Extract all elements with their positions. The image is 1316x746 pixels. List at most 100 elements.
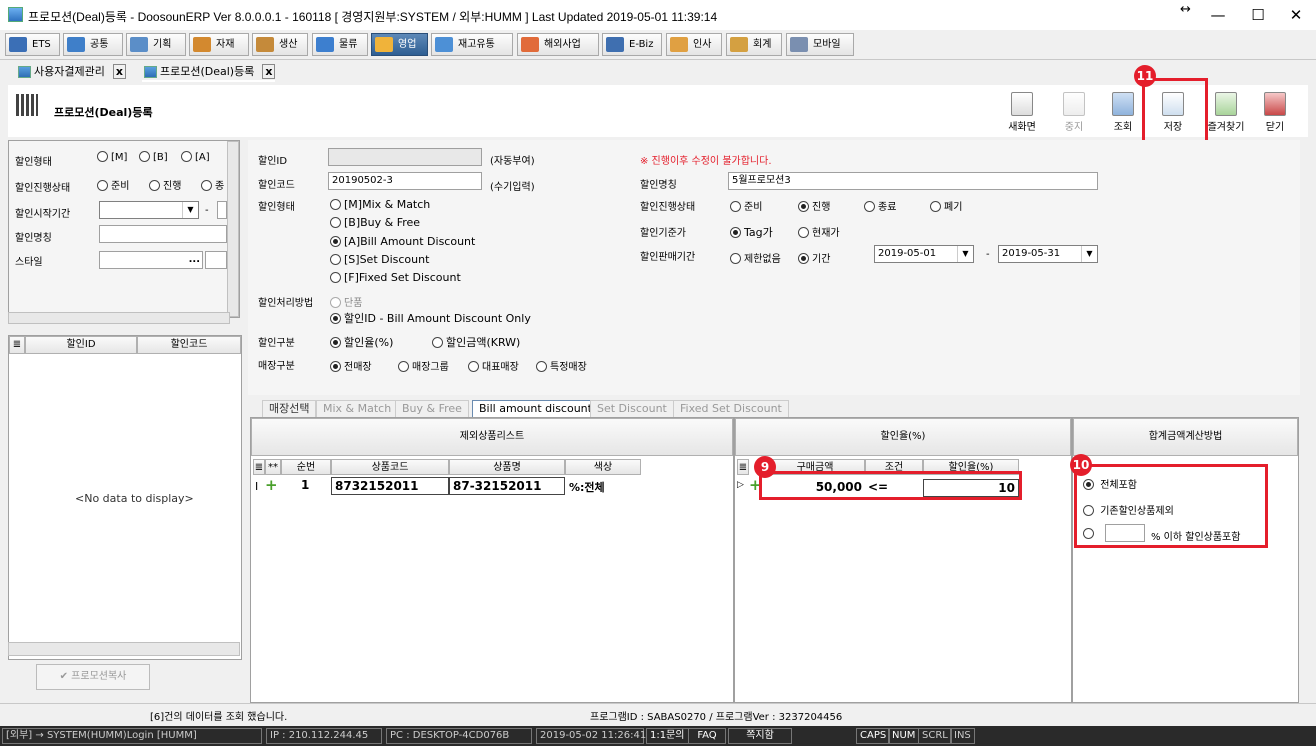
code-input[interactable]: 20190502-3 xyxy=(328,172,482,190)
period-range[interactable]: 기간 xyxy=(798,250,830,265)
stop-button[interactable]: 중지 xyxy=(1055,86,1093,138)
radio[interactable] xyxy=(201,180,212,191)
tab-user-approval[interactable]: 사용자결제관리 x xyxy=(16,64,126,82)
radio[interactable] xyxy=(330,199,341,210)
kind-rate[interactable]: 할인율(%) xyxy=(330,334,393,350)
type-opt-m[interactable]: [M]Mix & Match xyxy=(330,198,430,211)
type-opt-f[interactable]: [F]Fixed Set Discount xyxy=(330,271,461,284)
radio-selected[interactable] xyxy=(330,337,341,348)
filter-scrollbar[interactable] xyxy=(227,141,239,317)
radio-selected[interactable] xyxy=(330,313,341,324)
tab-mix-match[interactable]: Mix & Match xyxy=(316,400,399,417)
maximize-button[interactable]: ☐ xyxy=(1238,4,1278,26)
filter-type-a[interactable]: [A] xyxy=(181,151,210,163)
type-opt-a[interactable]: [A]Bill Amount Discount xyxy=(330,235,475,248)
favorites-button[interactable]: 즐겨찾기 xyxy=(1204,86,1248,138)
ex-color[interactable]: %:전체 xyxy=(569,479,605,495)
dropdown-icon[interactable]: ▼ xyxy=(957,246,973,262)
date-to[interactable]: 2019-05-31 ▼ xyxy=(998,245,1098,263)
radio[interactable] xyxy=(398,361,409,372)
radio[interactable] xyxy=(149,180,160,191)
store-rep[interactable]: 대표매장 xyxy=(468,358,519,373)
kind-amount[interactable]: 할인금액(KRW) xyxy=(432,334,520,350)
menu-mobile[interactable]: 모바일 xyxy=(786,33,854,56)
radio[interactable] xyxy=(330,217,341,228)
qna-button[interactable]: 1:1문의 xyxy=(646,728,689,744)
filter-name-input[interactable] xyxy=(99,225,227,243)
menu-ebiz[interactable]: E-Biz xyxy=(602,33,662,56)
table-row[interactable]: 1 8732152011 87-32152011 %:전체 xyxy=(281,477,641,495)
filter-start-date[interactable]: ▼ xyxy=(99,201,199,219)
radio[interactable] xyxy=(330,272,341,283)
close-tab-icon[interactable]: x xyxy=(262,64,276,79)
filter-type-b[interactable]: [B] xyxy=(139,151,168,163)
radio-selected[interactable] xyxy=(798,253,809,264)
radio[interactable] xyxy=(181,151,192,162)
menu-hr[interactable]: 인사 xyxy=(666,33,722,56)
add-row-icon[interactable]: + xyxy=(265,476,278,494)
filter-type-m[interactable]: [M] xyxy=(97,151,127,163)
ex-col-name[interactable]: 상품명 xyxy=(449,459,565,475)
radio-selected[interactable] xyxy=(798,201,809,212)
radio[interactable] xyxy=(330,254,341,265)
radio[interactable] xyxy=(468,361,479,372)
dropdown-icon[interactable]: ▼ xyxy=(1081,246,1097,262)
type-opt-b[interactable]: [B]Buy & Free xyxy=(330,216,420,229)
date-from[interactable]: 2019-05-01 ▼ xyxy=(874,245,974,263)
radio[interactable] xyxy=(536,361,547,372)
col-discount-id[interactable]: 할인ID xyxy=(25,336,137,354)
menu-planning[interactable]: 기획 xyxy=(126,33,186,56)
base-tag[interactable]: Tag가 xyxy=(730,224,773,240)
tab-fixed-set[interactable]: Fixed Set Discount xyxy=(673,400,789,417)
menu-logistics[interactable]: 물류 xyxy=(312,33,368,56)
base-current[interactable]: 현재가 xyxy=(798,224,840,239)
radio[interactable] xyxy=(139,151,150,162)
filter-style-input[interactable]: ... xyxy=(99,251,203,269)
filter-state-end[interactable]: 종 xyxy=(201,177,224,192)
new-screen-button[interactable]: 새화면 xyxy=(1003,86,1041,138)
store-group[interactable]: 매장그룹 xyxy=(398,358,449,373)
ex-name[interactable]: 87-32152011 xyxy=(449,477,565,495)
close-window-button[interactable]: ✕ xyxy=(1276,4,1316,26)
menu-sales[interactable]: 영업 xyxy=(371,33,428,56)
faq-button[interactable]: FAQ xyxy=(688,728,726,744)
ex-code[interactable]: 8732152011 xyxy=(331,477,449,495)
ex-col-seq[interactable]: 순번 xyxy=(281,459,331,475)
radio[interactable] xyxy=(97,151,108,162)
close-screen-button[interactable]: 닫기 xyxy=(1256,86,1294,138)
filter-state-progress[interactable]: 진행 xyxy=(149,177,181,192)
close-tab-icon[interactable]: x xyxy=(112,64,126,79)
radio[interactable] xyxy=(730,253,741,264)
radio-selected[interactable] xyxy=(330,361,341,372)
ex-col-code[interactable]: 상품코드 xyxy=(331,459,449,475)
state-end[interactable]: 종료 xyxy=(864,198,896,213)
type-opt-s[interactable]: [S]Set Discount xyxy=(330,253,429,266)
dropdown-icon[interactable]: ▼ xyxy=(182,202,198,218)
menu-ets[interactable]: ETS xyxy=(5,33,60,56)
radio[interactable] xyxy=(730,201,741,212)
tab-set-discount[interactable]: Set Discount xyxy=(590,400,674,417)
name-input[interactable]: 5월프로모션3 xyxy=(728,172,1098,190)
method-single[interactable]: 단품 xyxy=(330,294,362,309)
menu-overseas[interactable]: 해외사업 xyxy=(517,33,599,56)
store-specific[interactable]: 특정매장 xyxy=(536,358,587,373)
tab-bill-amount[interactable]: Bill amount discount xyxy=(472,400,599,417)
radio[interactable] xyxy=(930,201,941,212)
state-ready[interactable]: 준비 xyxy=(730,198,762,213)
radio[interactable] xyxy=(330,297,341,308)
radio-selected[interactable] xyxy=(330,236,341,247)
radio-selected[interactable] xyxy=(730,227,741,238)
radio[interactable] xyxy=(798,227,809,238)
tab-store-select[interactable]: 매장선택 xyxy=(262,400,317,417)
col-discount-code[interactable]: 할인코드 xyxy=(137,336,241,354)
restore-icon[interactable]: ↔ xyxy=(1180,2,1191,17)
method-bill[interactable]: 할인ID - Bill Amount Discount Only xyxy=(330,310,531,326)
state-progress[interactable]: 진행 xyxy=(798,198,830,213)
promotion-copy-button[interactable]: ✔ 프로모션복사 xyxy=(36,664,150,690)
radio[interactable] xyxy=(864,201,875,212)
message-box-button[interactable]: 쪽지함 xyxy=(728,728,792,744)
left-grid-hscroll[interactable] xyxy=(8,642,240,656)
tab-buy-free[interactable]: Buy & Free xyxy=(395,400,469,417)
query-button[interactable]: 조회 xyxy=(1104,86,1142,138)
period-unlimited[interactable]: 제한없음 xyxy=(730,250,781,265)
